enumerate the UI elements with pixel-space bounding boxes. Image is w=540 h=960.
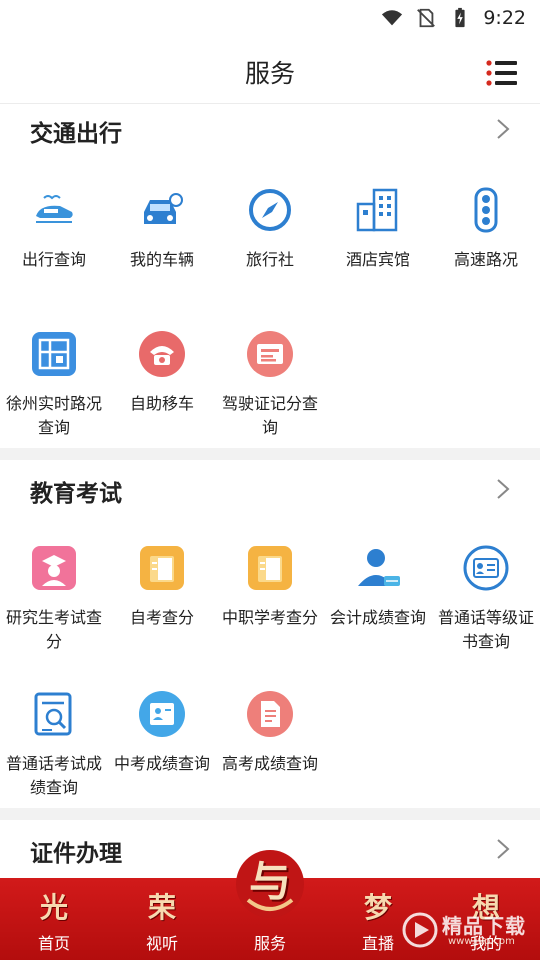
service-item-mandarin-exam-score[interactable]: 普通话考试成绩查询 [0, 690, 108, 800]
folder-doc-icon [140, 546, 184, 590]
service-item-trip-query[interactable]: 出行查询 [0, 186, 108, 272]
center-emblem[interactable]: 与 [228, 838, 312, 922]
service-item-college-entrance-score[interactable]: 高考成绩查询 [216, 690, 324, 776]
road-map-icon [32, 332, 76, 376]
service-item-high-school-entrance-score[interactable]: 中考成绩查询 [108, 690, 216, 776]
nav-item-video[interactable]: 荣 视听 [108, 878, 216, 960]
service-item-accounting-score[interactable]: 会计成绩查询 [324, 544, 432, 630]
service-item-label: 自考查分 [129, 608, 194, 627]
nav-glyph: 与 [248, 857, 291, 906]
service-item-license-points[interactable]: 驾驶证记分查询 [216, 330, 324, 440]
score-document-icon [34, 692, 72, 736]
hotel-building-icon [356, 188, 398, 232]
id-card-icon [139, 691, 185, 737]
section-title-transport: 交通出行 [30, 121, 122, 147]
service-item-label: 中职学考查分 [222, 608, 319, 627]
service-item-label: 自助移车 [129, 394, 194, 413]
nav-item-home[interactable]: 光 首页 [0, 878, 108, 960]
nav-glyph: 光 [39, 891, 68, 924]
service-item-label: 高速路况 [453, 250, 518, 269]
certificate-icon [463, 545, 509, 591]
graduate-icon [32, 546, 76, 590]
service-item-self-move-car[interactable]: 自助移车 [108, 330, 216, 416]
service-item-label: 酒店宾馆 [345, 250, 410, 269]
nav-label: 视听 [145, 934, 178, 953]
section-divider [0, 808, 540, 820]
service-item-self-exam[interactable]: 自考查分 [108, 544, 216, 630]
service-item-label: 我的车辆 [129, 250, 194, 269]
traffic-light-icon [474, 187, 498, 233]
battery-charging-icon [455, 7, 465, 28]
nav-label: 服务 [253, 934, 286, 953]
section-title-documents: 证件办理 [30, 841, 122, 867]
watermark-url: www.j9p.com [448, 936, 515, 947]
phone-icon [139, 331, 185, 377]
service-item-label: 会计成绩查询 [330, 608, 427, 627]
list-menu-icon[interactable] [486, 60, 518, 86]
service-item-my-vehicle[interactable]: 我的车辆 [108, 186, 216, 272]
service-item-label: 驾驶证记分查询 [222, 394, 319, 437]
service-item-travel-agency[interactable]: 旅行社 [216, 186, 324, 272]
service-item-highway-traffic[interactable]: 高速路况 [432, 186, 540, 272]
nav-label: 首页 [37, 934, 70, 953]
service-item-graduate-exam[interactable]: 研究生考试查分 [0, 544, 108, 654]
page-title: 服务 [244, 59, 295, 88]
accountant-user-icon [358, 549, 400, 586]
service-item-label: 高考成绩查询 [222, 754, 319, 773]
folder-doc-icon [248, 546, 292, 590]
chevron-right-icon[interactable] [496, 838, 510, 860]
chevron-right-icon[interactable] [496, 478, 510, 500]
status-bar: 9:22 [0, 0, 540, 36]
exam-paper-icon [247, 691, 293, 737]
watermark: 精品下载 www.j9p.com [402, 908, 532, 952]
chevron-right-icon[interactable] [496, 118, 510, 140]
service-item-label: 中考成绩查询 [114, 754, 211, 773]
service-item-mandarin-certificate[interactable]: 普通话等级证书查询 [432, 544, 540, 654]
service-item-label: 普通话考试成绩查询 [6, 754, 103, 797]
section-title-education: 教育考试 [30, 481, 122, 507]
app-header: 服务 [0, 36, 540, 104]
watermark-logo-icon [402, 912, 438, 948]
compass-icon [249, 189, 291, 231]
train-icon [36, 195, 73, 223]
service-item-label: 旅行社 [245, 250, 294, 269]
service-item-vocational-exam[interactable]: 中职学考查分 [216, 544, 324, 630]
no-sim-icon [417, 8, 436, 28]
license-card-icon [247, 331, 293, 377]
nav-glyph: 荣 [147, 891, 176, 924]
service-item-hotel[interactable]: 酒店宾馆 [324, 186, 432, 272]
section-divider [0, 448, 540, 460]
service-item-label: 出行查询 [21, 250, 86, 269]
service-item-label: 徐州实时路况查询 [6, 394, 103, 437]
watermark-text: 精品下载 [442, 914, 526, 938]
service-item-label: 研究生考试查分 [6, 608, 103, 651]
service-item-xuzhou-traffic[interactable]: 徐州实时路况查询 [0, 330, 108, 440]
car-icon [144, 193, 183, 224]
wifi-icon [382, 10, 403, 26]
service-item-label: 普通话等级证书查询 [438, 608, 535, 651]
status-time: 9:22 [483, 7, 526, 29]
